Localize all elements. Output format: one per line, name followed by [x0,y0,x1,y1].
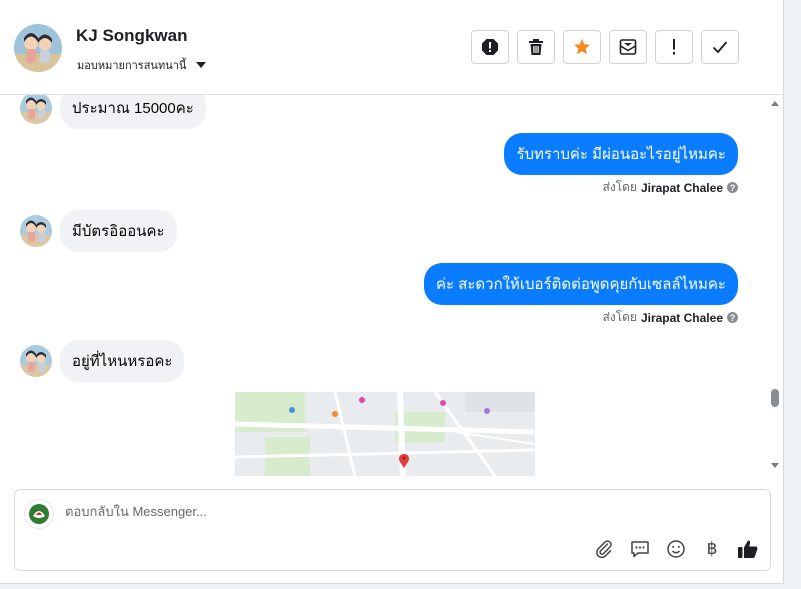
thread-scrollbar[interactable] [768,95,782,480]
emoji-button[interactable] [664,537,688,561]
chat-bubble-icon [631,541,649,558]
incoming-message: มีบัตรอิออนคะ [20,210,177,252]
mark-unread-button[interactable] [609,30,647,64]
incoming-message: ประมาณ 15000คะ [20,95,206,129]
info-question-icon[interactable]: ? [727,312,738,323]
message-bubble[interactable]: ประมาณ 15000คะ [60,95,206,129]
sent-by-label: ส่งโดย Jirapat Chalee ? [602,308,738,327]
reply-input[interactable] [63,503,667,520]
message-thread: ประมาณ 15000คะ รับทราบค่ะ มีผ่อนอะไรอยู่… [0,95,768,480]
reply-composer: ฿ [14,489,771,571]
star-icon [574,39,590,55]
follow-up-button[interactable] [655,30,693,64]
sent-by-name: Jirapat Chalee [640,310,723,325]
incoming-message: อยู่ที่ไหนหรอคะ [20,340,185,382]
paperclip-icon [596,540,612,559]
contact-name: KJ Songkwan [76,26,188,45]
sender-avatar [20,95,52,124]
composer-tools: ฿ [592,537,760,561]
thumbs-up-icon [738,540,758,558]
outgoing-message-bubble[interactable]: ค่ะ สะดวกให้เบอร์ติดต่อพูดคุยกับเซลล์ไหม… [423,263,738,305]
message-bubble[interactable]: อยู่ที่ไหนหรอคะ [60,340,185,382]
scroll-down-arrow-icon[interactable] [771,463,779,468]
attach-button[interactable] [592,537,616,561]
conversation-panel: KJ Songkwan มอบหมายการสนทนานี้ ประมาณ 15… [0,0,784,584]
scroll-up-arrow-icon[interactable] [771,101,779,106]
outgoing-message-bubble[interactable]: รับทราบค่ะ มีผ่อนอะไรอยู่ไหมคะ [504,133,738,175]
conversation-header: KJ Songkwan มอบหมายการสนทนานี้ [0,0,783,95]
payment-button[interactable]: ฿ [700,537,724,561]
sender-avatar [20,215,52,247]
like-button[interactable] [736,537,760,561]
sent-by-prefix: ส่งโดย [602,180,637,194]
assign-conversation-dropdown[interactable]: มอบหมายการสนทนานี้ [77,56,207,74]
location-map-attachment[interactable] [235,392,535,476]
sent-by-prefix: ส่งโดย [602,310,637,324]
sent-by-label: ส่งโดย Jirapat Chalee ? [602,178,738,197]
follow-up-icon [673,39,675,55]
smiley-icon [667,540,685,558]
mark-unread-icon [619,39,637,55]
info-question-icon[interactable]: ? [727,182,738,193]
scroll-thumb[interactable] [771,389,779,407]
trash-icon [529,39,543,55]
page-avatar [24,499,54,529]
saved-replies-button[interactable] [628,537,652,561]
conversation-actions [471,30,739,64]
caret-down-icon [196,62,207,68]
sent-by-name: Jirapat Chalee [640,180,723,195]
done-check-icon [712,41,728,54]
baht-currency-icon: ฿ [706,539,718,558]
delete-button[interactable] [517,30,555,64]
message-bubble[interactable]: มีบัตรอิออนคะ [60,210,177,252]
sender-avatar [20,345,52,377]
mark-spam-button[interactable] [471,30,509,64]
mark-done-button[interactable] [701,30,739,64]
contact-avatar[interactable] [14,24,62,72]
assign-label: มอบหมายการสนทนานี้ [77,60,187,72]
spam-icon [482,39,498,55]
star-button[interactable] [563,30,601,64]
